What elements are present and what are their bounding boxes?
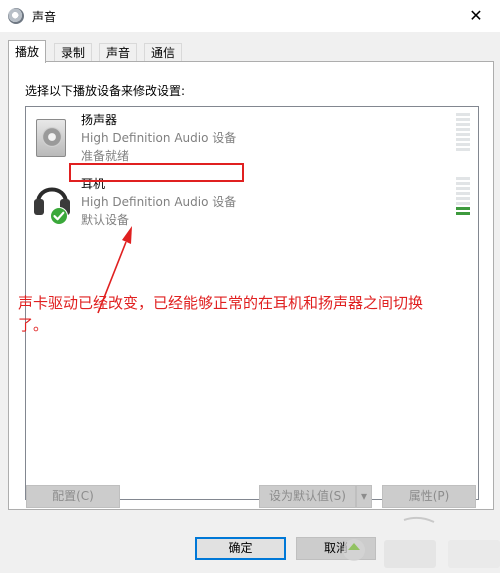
tab-playback[interactable]: 播放 xyxy=(8,40,47,63)
watermark-logo xyxy=(343,510,500,573)
annotation-arrow xyxy=(97,226,132,314)
annotation-text: 声卡驱动已经改变，已经能够正常的在耳机和扬声器之间切换了。 xyxy=(18,294,424,334)
